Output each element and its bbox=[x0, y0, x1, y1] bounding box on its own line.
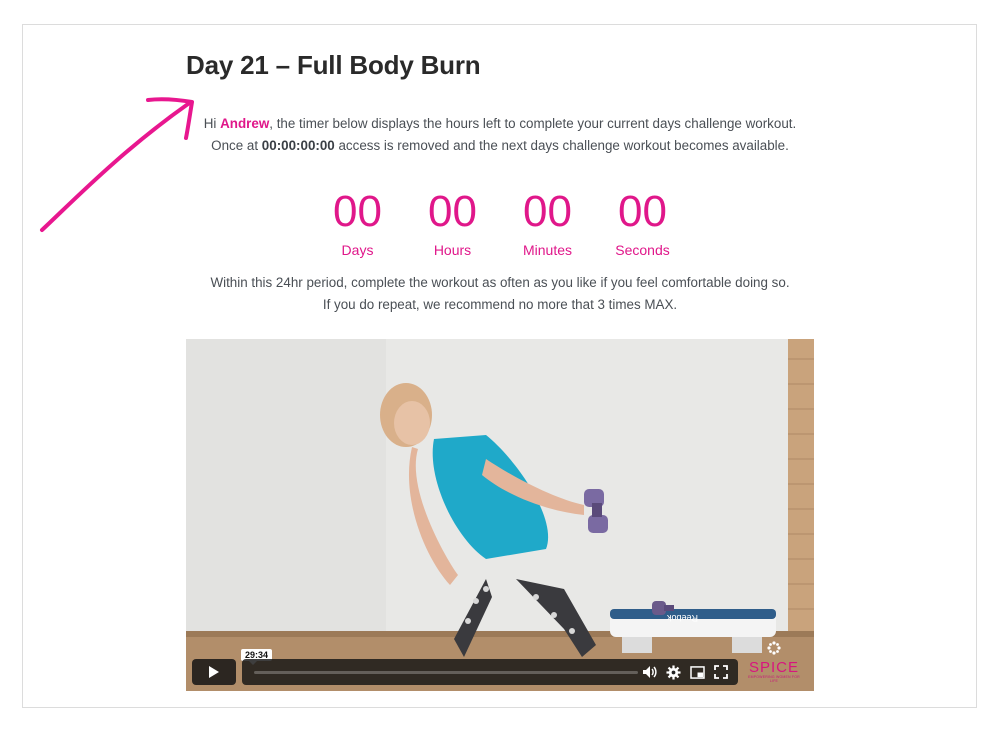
greeting-text: Hi bbox=[203, 116, 221, 131]
countdown-seconds: 00 Seconds bbox=[595, 187, 690, 259]
spice-logo: SPICE EMPOWERING WOMEN FOR LIFE bbox=[744, 641, 804, 683]
zero-time: 00:00:00:00 bbox=[261, 138, 335, 153]
step-brand-text: Reebok bbox=[666, 613, 698, 623]
countdown-minutes: 00 Minutes bbox=[500, 187, 595, 259]
fullscreen-button[interactable] bbox=[712, 663, 730, 681]
repeat-note: Within this 24hr period, complete the wo… bbox=[186, 272, 814, 316]
countdown-days-value: 00 bbox=[333, 187, 382, 236]
play-button[interactable] bbox=[192, 659, 236, 685]
intro-line-1: Hi Andrew, the timer below displays the … bbox=[186, 113, 814, 135]
logo-tagline: EMPOWERING WOMEN FOR LIFE bbox=[748, 675, 800, 683]
intro-line-1-text: , the timer below displays the hours lef… bbox=[269, 116, 797, 131]
countdown-seconds-label: Seconds bbox=[615, 242, 670, 258]
countdown-minutes-value: 00 bbox=[523, 187, 572, 236]
play-icon bbox=[209, 666, 219, 678]
countdown-timer: 00 Days 00 Hours 00 Minutes 00 Seconds bbox=[310, 187, 690, 259]
volume-button[interactable] bbox=[640, 663, 658, 681]
pip-icon bbox=[689, 665, 705, 679]
video-frame: Reebok bbox=[186, 339, 814, 691]
intro-text: Hi Andrew, the timer below displays the … bbox=[186, 113, 814, 157]
video-controls bbox=[192, 659, 738, 685]
note-line-1: Within this 24hr period, complete the wo… bbox=[210, 275, 790, 290]
video-player[interactable]: Reebok 29:34 SPICE EMPOWERING WOMEN FOR … bbox=[186, 339, 814, 691]
progress-track[interactable] bbox=[254, 671, 638, 674]
progress-bar-container bbox=[242, 659, 738, 685]
page-title: Day 21 – Full Body Burn bbox=[186, 50, 481, 80]
flower-logo-icon bbox=[767, 641, 781, 655]
logo-word: SPICE bbox=[748, 659, 799, 676]
settings-button[interactable] bbox=[664, 663, 682, 681]
countdown-days: 00 Days bbox=[310, 187, 405, 259]
countdown-seconds-value: 00 bbox=[618, 187, 667, 236]
countdown-hours-value: 00 bbox=[428, 187, 477, 236]
intro-line-2-text: access is removed and the next days chal… bbox=[334, 138, 789, 153]
countdown-hours: 00 Hours bbox=[405, 187, 500, 259]
note-line-2: If you do repeat, we recommend no more t… bbox=[322, 297, 678, 312]
intro-line-2: Once at 00:00:00:00 access is removed an… bbox=[186, 135, 814, 157]
countdown-minutes-label: Minutes bbox=[522, 242, 573, 258]
settings-icon bbox=[665, 664, 681, 680]
user-name: Andrew bbox=[220, 116, 270, 131]
volume-icon bbox=[643, 666, 657, 678]
arrow-annotation-icon bbox=[40, 97, 194, 232]
fullscreen-icon bbox=[714, 665, 728, 679]
countdown-days-label: Days bbox=[341, 242, 374, 258]
pip-button[interactable] bbox=[688, 663, 706, 681]
countdown-hours-label: Hours bbox=[433, 242, 472, 258]
control-icons bbox=[640, 663, 730, 681]
intro-line-2-prefix: Once at bbox=[211, 138, 262, 153]
